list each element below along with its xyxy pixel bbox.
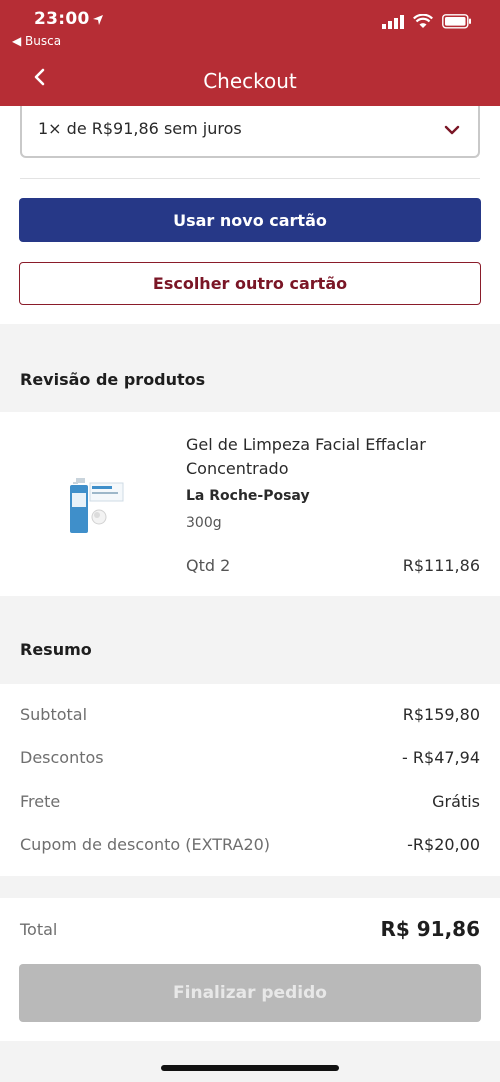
product-brand: La Roche-Posay <box>186 488 310 504</box>
wifi-icon <box>413 13 433 33</box>
installments-select[interactable]: 1× de R$91,86 sem juros <box>20 106 480 158</box>
summary-row-value: -R$20,00 <box>407 835 480 854</box>
summary-row-value: - R$47,94 <box>402 748 480 767</box>
product-image[interactable] <box>62 475 128 539</box>
summary-row-value: Grátis <box>432 792 480 811</box>
summary-row-label: Cupom de desconto (EXTRA20) <box>20 835 271 854</box>
product-price: R$111,86 <box>402 556 480 575</box>
home-indicator[interactable] <box>161 1065 339 1071</box>
finalize-order-button[interactable]: Finalizar pedido <box>19 964 481 1022</box>
status-icons <box>382 13 472 33</box>
divider <box>20 178 480 179</box>
location-arrow-icon <box>92 11 104 30</box>
summary-row-label: Descontos <box>20 748 104 767</box>
total-value: R$ 91,86 <box>380 917 480 941</box>
choose-other-card-button[interactable]: Escolher outro cartão <box>19 262 481 305</box>
app-header: 23:00 ◀ Busca Checkout <box>0 0 500 106</box>
back-to-app-link[interactable]: ◀ Busca <box>12 34 61 48</box>
chevron-down-icon <box>444 121 460 140</box>
back-to-app-label: Busca <box>25 34 62 48</box>
product-size: 300g <box>186 515 222 531</box>
product-name[interactable]: Gel de Limpeza Facial Effaclar Concentra… <box>186 433 476 481</box>
summary-row-label: Subtotal <box>20 705 88 724</box>
total-label: Total <box>20 920 58 939</box>
use-new-card-button[interactable]: Usar novo cartão <box>19 198 481 242</box>
status-time: 23:00 <box>34 9 90 29</box>
review-section-title: Revisão de produtos <box>20 370 206 389</box>
page-title: Checkout <box>203 69 297 93</box>
battery-icon <box>442 14 472 33</box>
summary-row-label: Frete <box>20 792 61 811</box>
installments-selected-value: 1× de R$91,86 sem juros <box>38 119 242 138</box>
signal-icon <box>382 14 404 33</box>
summary-section-title: Resumo <box>20 640 92 659</box>
summary-row-value: R$159,80 <box>402 705 480 724</box>
product-quantity: Qtd 2 <box>186 556 231 575</box>
